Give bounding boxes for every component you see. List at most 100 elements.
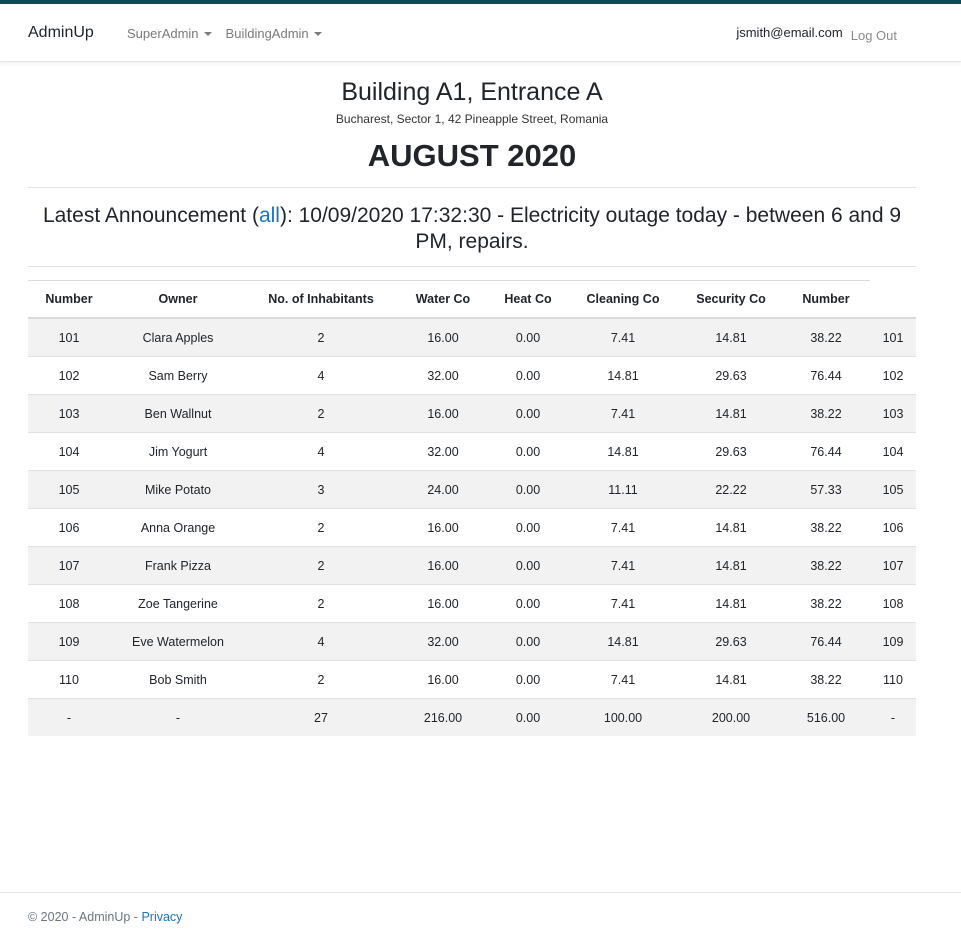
table-cell: 2 [246,394,396,433]
divider [28,187,916,188]
table-cell: 102 [28,356,110,395]
table-header-row: Number Owner No. of Inhabitants Water Co Hea… [28,280,916,319]
table-cell: 2 [246,508,396,547]
announcement-prefix: Latest Announcement ( [42,204,259,227]
table-cell: - [28,698,110,736]
table-cell: Bob Smith [110,660,246,699]
brand-link[interactable]: AdminUp [28,24,94,42]
table-cell: 32.00 [396,432,490,471]
table-cell: Ben Wallnut [110,394,246,433]
table-row: 101 Clara Apples 2 16.00 0.00 7.41 14.81 38.22 1… [28,317,916,357]
table-cell: 14.81 [680,317,782,357]
table-cell: 16.00 [396,660,490,699]
table-cell: Anna Orange [110,508,246,547]
table-cell: 14.81 [566,432,680,471]
table-row: 106 Anna Orange 2 16.00 0.00 7.41 14.81 38.22 10… [28,508,916,547]
navbar: AdminUp SuperAdmin BuildingAdmin jsmith@… [0,4,961,62]
table-cell: 4 [246,622,396,661]
column-header: Heat Co [490,280,566,319]
table-cell: 29.63 [680,622,782,661]
table-cell: 24.00 [396,470,490,509]
building-title: Building A1, Entrance A [341,78,603,106]
table-cell: 108 [870,584,916,623]
table-cell: 32.00 [396,356,490,395]
user-email[interactable]: jsmith@email.com [736,25,842,43]
table-cell: 0.00 [490,508,566,547]
table-cell: 29.63 [680,356,782,395]
table-cell: 38.22 [782,508,870,547]
table-row: 108 Zoe Tangerine 2 16.00 0.00 7.41 14.81 38.22… [28,584,916,623]
all-announcements-link[interactable]: all [259,204,280,227]
table-cell: 2 [246,660,396,699]
table-cell: 38.22 [782,660,870,699]
table-cell: 7.41 [566,508,680,547]
column-header [870,280,916,319]
table-cell: 38.22 [782,546,870,585]
table-body: 101 Clara Apples 2 16.00 0.00 7.41 14.81 38.22 1… [28,317,916,736]
table-cell: 16.00 [396,546,490,585]
privacy-link[interactable]: Privacy [141,910,182,924]
table-cell: 14.81 [680,394,782,433]
table-cell: 0.00 [490,622,566,661]
table-cell: 0.00 [490,546,566,585]
announcement-text: ): 10/09/2020 17:32:30 - Electricity out… [279,204,902,253]
table-cell: 14.81 [566,356,680,395]
main-content: Building A1, Entrance A Bucharest, Secto… [28,76,916,736]
table-cell: 14.81 [680,584,782,623]
table-cell: 0.00 [490,470,566,509]
table-cell: 102 [870,356,916,395]
column-header: Security Co [680,280,782,319]
table-cell: 103 [28,394,110,433]
table-cell: 0.00 [490,584,566,623]
footer-text: © 2020 - AdminUp - Privacy [28,910,182,924]
table-cell: 14.81 [680,660,782,699]
buildingadmin-label: BuildingAdmin [225,26,309,41]
table-cell: 0.00 [490,356,566,395]
table-cell: 16.00 [396,317,490,357]
superadmin-dropdown[interactable]: SuperAdmin [127,26,212,41]
superadmin-label: SuperAdmin [127,26,199,41]
column-header: No. of Inhabitants [246,280,396,319]
table-cell: 14.81 [566,622,680,661]
table-row: 105 Mike Potato 3 24.00 0.00 11.11 22.22 57.33 1… [28,470,916,509]
table-cell: 2 [246,317,396,357]
table-cell: 3 [246,470,396,509]
table-row: 103 Ben Wallnut 2 16.00 0.00 7.41 14.81 38.22 10… [28,394,916,433]
table-cell: 38.22 [782,317,870,357]
caret-down-icon [313,31,322,36]
table-cell: 200.00 [680,698,782,736]
latest-announcement: Latest Announcement (all): 10/09/2020 17… [28,203,916,255]
table-cell: Zoe Tangerine [110,584,246,623]
table-row: 104 Jim Yogurt 4 32.00 0.00 14.81 29.63 76.44 10… [28,432,916,471]
table-cell: 16.00 [396,394,490,433]
table-cell: 76.44 [782,356,870,395]
table-cell: 0.00 [490,394,566,433]
table-row: 110 Bob Smith 2 16.00 0.00 7.41 14.81 38.22 110 [28,660,916,699]
table-cell: 109 [870,622,916,661]
table-cell: 2 [246,584,396,623]
building-address: Bucharest, Sector 1, 42 Pineapple Street… [335,112,609,126]
table-cell: 107 [28,546,110,585]
table-cell: 105 [870,470,916,509]
table-cell: - [870,698,916,736]
table-cell: 27 [246,698,396,736]
table-row: 107 Frank Pizza 2 16.00 0.00 7.41 14.81 38.22 10… [28,546,916,585]
table-cell: 101 [870,317,916,357]
table-cell: Clara Apples [110,317,246,357]
table-cell: 0.00 [490,317,566,357]
table-cell: 7.41 [566,317,680,357]
buildingadmin-dropdown[interactable]: BuildingAdmin [226,26,322,41]
column-header: Number [782,280,870,319]
table-cell: 7.41 [566,394,680,433]
table-cell: 7.41 [566,584,680,623]
user-nav: jsmith@email.com Log Out [736,25,897,43]
copyright: © 2020 - AdminUp - [28,910,142,924]
table-cell: 107 [870,546,916,585]
logout-link[interactable]: Log Out [851,28,897,43]
table-cell: 7.41 [566,546,680,585]
table-cell: 106 [870,508,916,547]
table-cell: 106 [28,508,110,547]
table-cell: 11.11 [566,470,680,509]
table-cell: 14.81 [680,546,782,585]
table-cell: 0.00 [490,432,566,471]
